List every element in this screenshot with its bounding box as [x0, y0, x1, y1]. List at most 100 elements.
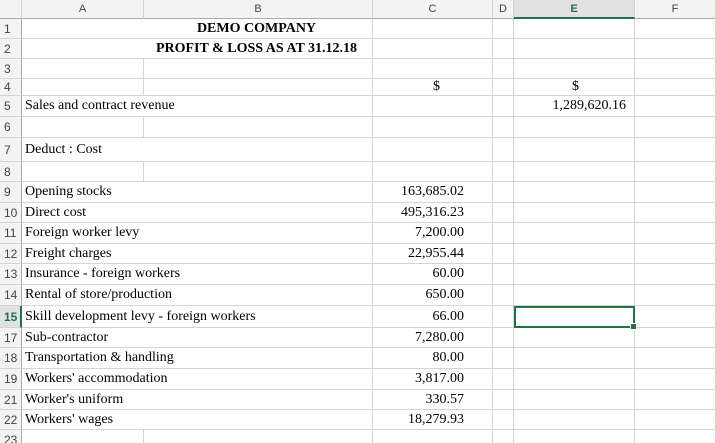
row-header-2[interactable]: 2 [0, 39, 22, 59]
cell-e7[interactable] [514, 138, 635, 162]
cell-f11[interactable] [635, 223, 716, 244]
row-header-17[interactable]: 17 [0, 328, 22, 348]
cell-d1[interactable] [493, 19, 514, 39]
column-header-f[interactable]: F [635, 0, 716, 19]
cell-e23[interactable] [514, 430, 635, 443]
cell-c6[interactable] [373, 117, 493, 138]
cell-c17[interactable]: 7,280.00 [373, 328, 493, 348]
cell-f18[interactable] [635, 348, 716, 369]
row-header-11[interactable]: 11 [0, 223, 22, 244]
row-header-10[interactable]: 10 [0, 203, 22, 223]
cell-e3[interactable] [514, 59, 635, 79]
row-header-7[interactable]: 7 [0, 138, 22, 162]
cell-a22[interactable]: Workers' wages [22, 410, 144, 430]
cell-a21[interactable]: Worker's uniform [22, 390, 144, 410]
cell-d11[interactable] [493, 223, 514, 244]
cell-f15[interactable] [635, 306, 716, 328]
cell-e8[interactable] [514, 162, 635, 182]
cell-e11[interactable] [514, 223, 635, 244]
cell-b18[interactable] [144, 348, 373, 369]
cell-d3[interactable] [493, 59, 514, 79]
cell-b9[interactable] [144, 182, 373, 203]
cell-d9[interactable] [493, 182, 514, 203]
cell-b8[interactable] [144, 162, 373, 182]
cell-e2[interactable] [514, 39, 635, 59]
cell-f1[interactable] [635, 19, 716, 39]
cell-e19[interactable] [514, 369, 635, 390]
cell-f4[interactable] [635, 79, 716, 96]
row-header-1[interactable]: 1 [0, 19, 22, 39]
column-header-a[interactable]: A [22, 0, 144, 19]
cell-a1[interactable]: DEMO COMPANY [22, 19, 373, 39]
cell-f23[interactable] [635, 430, 716, 443]
cell-a9[interactable]: Opening stocks [22, 182, 144, 203]
cell-b7[interactable] [144, 138, 373, 162]
cell-d7[interactable] [493, 138, 514, 162]
row-header-12[interactable]: 12 [0, 244, 22, 264]
cell-b10[interactable] [144, 203, 373, 223]
cell-a10[interactable]: Direct cost [22, 203, 144, 223]
cell-c12[interactable]: 22,955.44 [373, 244, 493, 264]
cell-d4[interactable] [493, 79, 514, 96]
row-header-18[interactable]: 18 [0, 348, 22, 369]
cell-b12[interactable] [144, 244, 373, 264]
row-header-4[interactable]: 4 [0, 79, 22, 96]
cell-c2[interactable] [373, 39, 493, 59]
cell-e17[interactable] [514, 328, 635, 348]
cell-d5[interactable] [493, 96, 514, 117]
cell-f8[interactable] [635, 162, 716, 182]
cell-e4[interactable]: $ [514, 79, 635, 96]
cell-d2[interactable] [493, 39, 514, 59]
cell-e12[interactable] [514, 244, 635, 264]
cell-d17[interactable] [493, 328, 514, 348]
row-header-21[interactable]: 21 [0, 390, 22, 410]
cell-b15[interactable] [144, 306, 373, 328]
cell-c9[interactable]: 163,685.02 [373, 182, 493, 203]
cell-b11[interactable] [144, 223, 373, 244]
cell-a8[interactable] [22, 162, 144, 182]
cell-b19[interactable] [144, 369, 373, 390]
cell-e13[interactable] [514, 264, 635, 285]
cell-c5[interactable] [373, 96, 493, 117]
cell-e22[interactable] [514, 410, 635, 430]
cell-d15[interactable] [493, 306, 514, 328]
cell-b21[interactable] [144, 390, 373, 410]
cell-c22[interactable]: 18,279.93 [373, 410, 493, 430]
cell-a23[interactable] [22, 430, 144, 443]
cell-a5[interactable]: Sales and contract revenue [22, 96, 175, 117]
cell-e6[interactable] [514, 117, 635, 138]
cell-d10[interactable] [493, 203, 514, 223]
cell-a7[interactable]: Deduct : Cost [22, 138, 144, 162]
row-header-9[interactable]: 9 [0, 182, 22, 203]
cell-b6[interactable] [144, 117, 373, 138]
cell-f6[interactable] [635, 117, 716, 138]
cell-f9[interactable] [635, 182, 716, 203]
row-header-19[interactable]: 19 [0, 369, 22, 390]
cell-a6[interactable] [22, 117, 144, 138]
cell-a11[interactable]: Foreign worker levy [22, 223, 144, 244]
cell-c10[interactable]: 495,316.23 [373, 203, 493, 223]
cell-f12[interactable] [635, 244, 716, 264]
cell-f17[interactable] [635, 328, 716, 348]
cell-b23[interactable] [144, 430, 373, 443]
cell-b4[interactable] [144, 79, 373, 96]
cell-d8[interactable] [493, 162, 514, 182]
cell-e15[interactable] [514, 306, 635, 328]
cell-d6[interactable] [493, 117, 514, 138]
cell-e1[interactable] [514, 19, 635, 39]
cell-f19[interactable] [635, 369, 716, 390]
cell-c18[interactable]: 80.00 [373, 348, 493, 369]
cell-d19[interactable] [493, 369, 514, 390]
cell-e14[interactable] [514, 285, 635, 306]
cell-c8[interactable] [373, 162, 493, 182]
cell-f10[interactable] [635, 203, 716, 223]
cell-d23[interactable] [493, 430, 514, 443]
cell-d13[interactable] [493, 264, 514, 285]
cell-f5[interactable] [635, 96, 716, 117]
cell-c21[interactable]: 330.57 [373, 390, 493, 410]
row-header-23[interactable]: 23 [0, 430, 22, 443]
cell-c3[interactable] [373, 59, 493, 79]
cell-e21[interactable] [514, 390, 635, 410]
cell-e9[interactable] [514, 182, 635, 203]
spreadsheet-grid[interactable]: A B C D E F 1 DEMO COMPANY 2 PROFIT & LOSS … [0, 0, 716, 443]
